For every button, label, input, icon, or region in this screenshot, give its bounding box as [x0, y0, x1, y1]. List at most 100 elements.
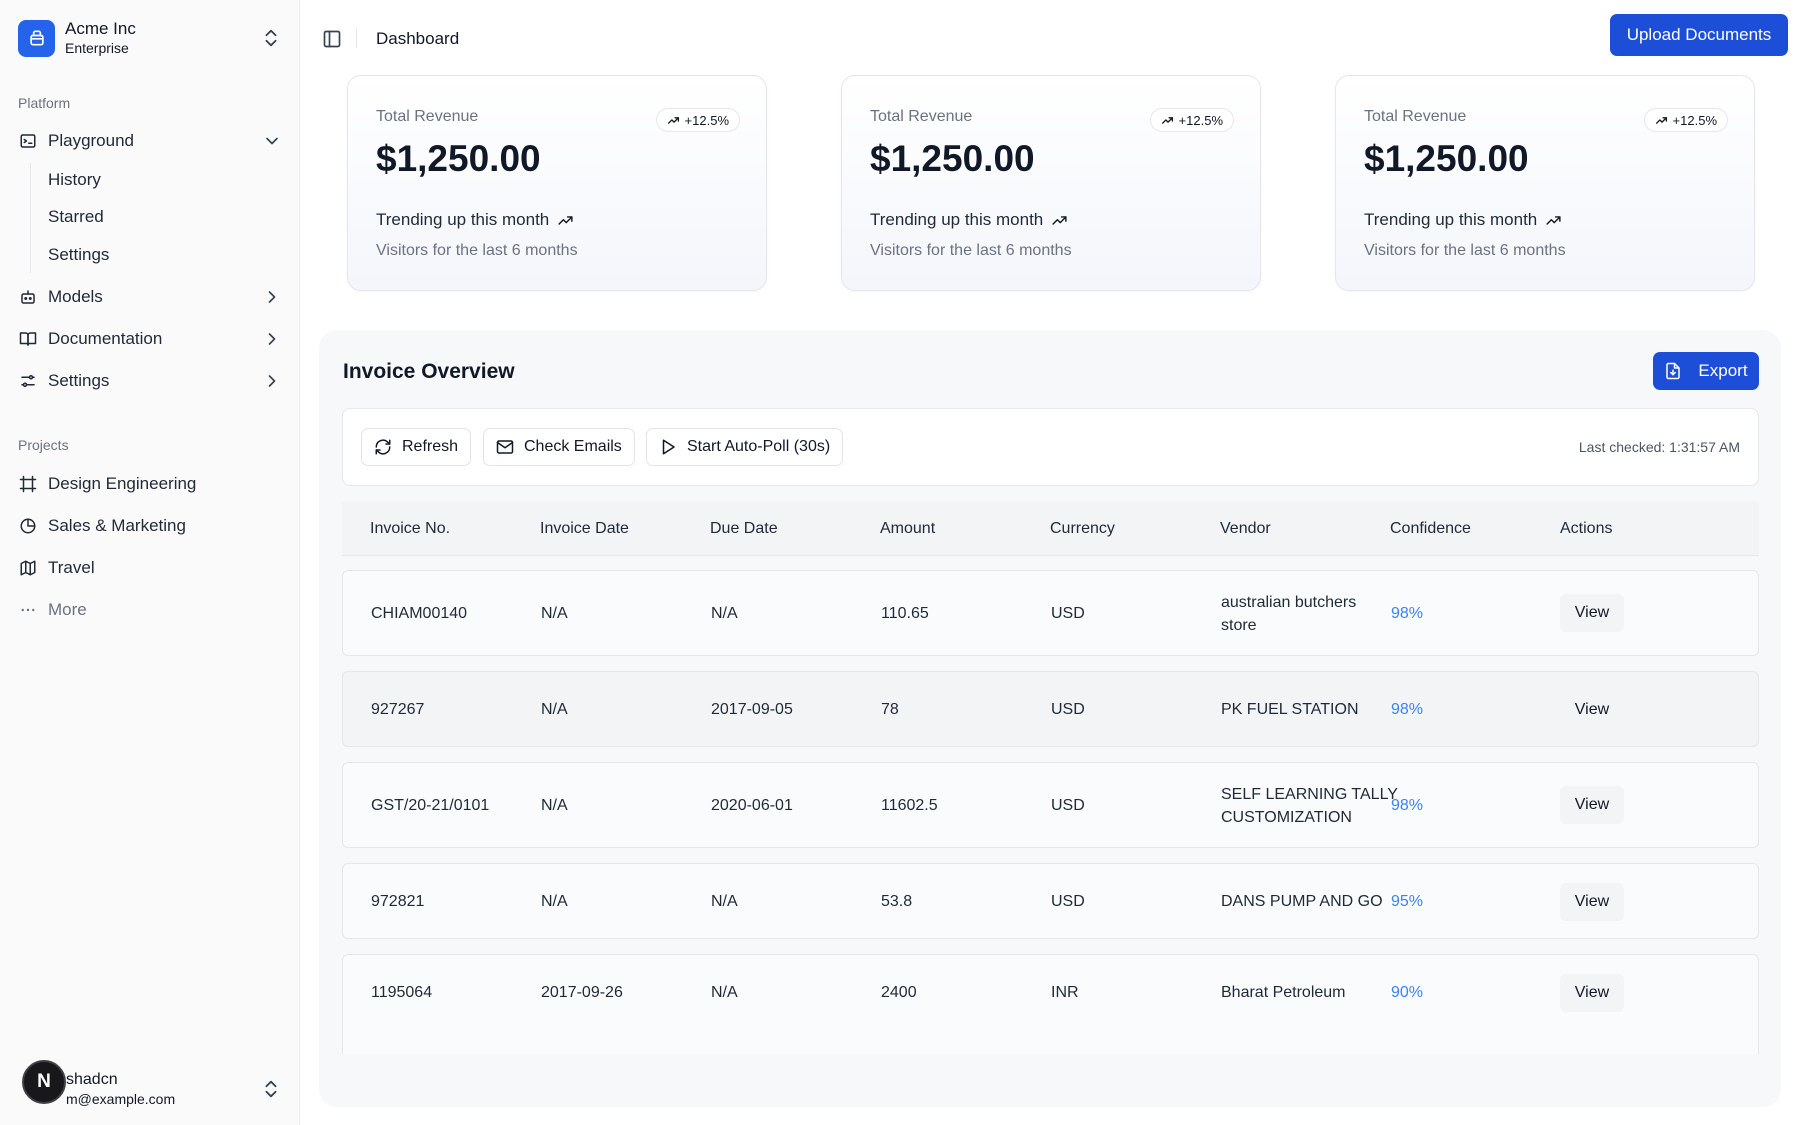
stat-card: Total Revenue +12.5% $1,250.00 Trending …: [347, 75, 767, 291]
projects-group-label: Projects: [18, 437, 69, 453]
sliders-icon: [18, 371, 38, 391]
sidebar-toggle-button[interactable]: [320, 27, 344, 51]
sub-item-settings[interactable]: Settings: [48, 240, 109, 270]
cell-amount: 53.8: [881, 893, 913, 910]
vendor-line: CUSTOMIZATION: [1221, 809, 1352, 826]
frame-icon: [18, 474, 38, 494]
nav-documentation[interactable]: Documentation: [18, 322, 282, 356]
check-emails-button[interactable]: Check Emails: [483, 428, 635, 466]
cell-invoice-no: GST/20-21/0101: [371, 797, 490, 814]
cell-currency: USD: [1051, 605, 1085, 622]
book-icon: [18, 329, 38, 349]
cell-invoice-no: 1195064: [371, 984, 433, 1001]
user-menu[interactable]: N shadcn m@example.com: [20, 1060, 282, 1107]
table-row: GST/20-21/0101 N/A 2020-06-01 11602.5 US…: [342, 762, 1759, 848]
terminal-icon: [18, 131, 38, 151]
view-button[interactable]: View: [1560, 883, 1624, 921]
project-design-engineering[interactable]: Design Engineering: [18, 467, 282, 501]
cell-confidence: 95%: [1391, 893, 1424, 910]
check-emails-label: Check Emails: [524, 438, 622, 455]
cell-confidence: 90%: [1391, 984, 1424, 1001]
refresh-icon: [375, 439, 391, 455]
sub-item-starred[interactable]: Starred: [48, 202, 104, 232]
cell-amount: 110.65: [881, 605, 929, 622]
trend-text: Trending up this month: [870, 210, 1044, 229]
cell-amount: 78: [881, 701, 899, 718]
table-row: CHIAM00140 N/A N/A 110.65 USD australian…: [342, 570, 1759, 656]
trend-text: Trending up this month: [376, 210, 550, 229]
nav-settings[interactable]: Settings: [18, 364, 282, 398]
invoice-overview-panel: Invoice Overview Export Refresh Check Em…: [319, 330, 1781, 1107]
nav-models-label: Models: [48, 287, 103, 306]
col-vendor: Vendor: [1220, 520, 1271, 537]
card-label: Total Revenue: [870, 108, 973, 125]
card-label: Total Revenue: [1364, 108, 1467, 125]
project-sales-marketing[interactable]: Sales & Marketing: [18, 509, 282, 543]
view-button[interactable]: View: [1560, 974, 1624, 1012]
file-download-icon: [1666, 362, 1681, 380]
card-value: $1,250.00: [376, 138, 541, 179]
nav-playground[interactable]: Playground: [18, 124, 282, 158]
cell-confidence: 98%: [1391, 701, 1424, 718]
stat-card: Total Revenue +12.5% $1,250.00 Trending …: [841, 75, 1261, 291]
view-button[interactable]: View: [1560, 691, 1624, 729]
export-label: Export: [1698, 361, 1748, 380]
nav-models[interactable]: Models: [18, 280, 282, 314]
platform-group-label: Platform: [18, 95, 71, 111]
table-row: 1195064 2017-09-26 N/A 2400 INR Bharat P…: [342, 954, 1759, 1054]
badge-text: +12.5%: [1672, 112, 1717, 128]
start-auto-poll-button[interactable]: Start Auto-Poll (30s): [646, 428, 844, 466]
project-travel[interactable]: Travel: [18, 551, 282, 585]
last-checked-text: Last checked: 1:31:57 AM: [1578, 439, 1740, 455]
team-name: Acme Inc: [65, 19, 136, 39]
cell-confidence: 98%: [1391, 797, 1424, 814]
card-trend: Trending up this month: [1364, 210, 1562, 230]
pie-chart-icon: [18, 516, 38, 536]
stat-card: Total Revenue +12.5% $1,250.00 Trending …: [1335, 75, 1755, 291]
project-label: Sales & Marketing: [48, 516, 186, 535]
vendor-line: store: [1221, 617, 1257, 634]
cell-invoice-date: N/A: [541, 701, 568, 718]
cell-confidence: 98%: [1391, 605, 1424, 622]
project-label: Travel: [48, 558, 95, 577]
cell-invoice-date: 2017-09-26: [541, 984, 623, 1001]
upload-documents-button[interactable]: Upload Documents: [1610, 14, 1788, 56]
col-due-date: Due Date: [710, 520, 778, 537]
bot-icon: [18, 287, 38, 307]
cell-due-date: N/A: [711, 893, 738, 910]
col-confidence: Confidence: [1390, 520, 1471, 537]
team-logo-icon: [18, 19, 55, 57]
project-label: Design Engineering: [48, 474, 197, 493]
refresh-button[interactable]: Refresh: [361, 428, 472, 466]
cell-vendor: Bharat Petroleum: [1221, 984, 1346, 1001]
vendor-line: australian butchers: [1221, 594, 1357, 611]
nav-documentation-label: Documentation: [48, 329, 163, 348]
cell-due-date: N/A: [711, 605, 738, 622]
projects-more[interactable]: More: [18, 593, 282, 627]
breadcrumb[interactable]: Dashboard: [376, 29, 459, 49]
nav-playground-label: Playground: [48, 131, 135, 150]
cell-invoice-date: N/A: [541, 797, 568, 814]
trend-badge: +12.5%: [1149, 108, 1234, 132]
team-plan: Enterprise: [65, 39, 129, 56]
team-switcher[interactable]: Acme Inc Enterprise: [18, 18, 282, 58]
mail-icon: [496, 440, 514, 454]
card-footer: Visitors for the last 6 months: [870, 242, 1072, 259]
card-value: $1,250.00: [870, 138, 1035, 179]
chevrons-up-down-icon: [265, 1080, 277, 1098]
cell-due-date: N/A: [711, 984, 738, 1001]
play-icon: [662, 439, 675, 455]
cell-currency: INR: [1051, 984, 1079, 1001]
view-button[interactable]: View: [1560, 594, 1624, 632]
trend-badge: +12.5%: [1643, 108, 1728, 132]
view-button[interactable]: View: [1560, 786, 1624, 824]
cell-vendor: SELF LEARNING TALLY CUSTOMIZATION: [1221, 783, 1398, 829]
col-currency: Currency: [1050, 520, 1115, 537]
badge-text: +12.5%: [1178, 112, 1223, 128]
sub-item-history[interactable]: History: [48, 165, 101, 195]
table-header: Invoice No. Invoice Date Due Date Amount…: [342, 502, 1759, 556]
cell-invoice-no: 972821: [371, 893, 425, 910]
cell-due-date: 2020-06-01: [711, 797, 793, 814]
col-actions: Actions: [1560, 520, 1613, 537]
export-button[interactable]: Export: [1653, 352, 1759, 390]
